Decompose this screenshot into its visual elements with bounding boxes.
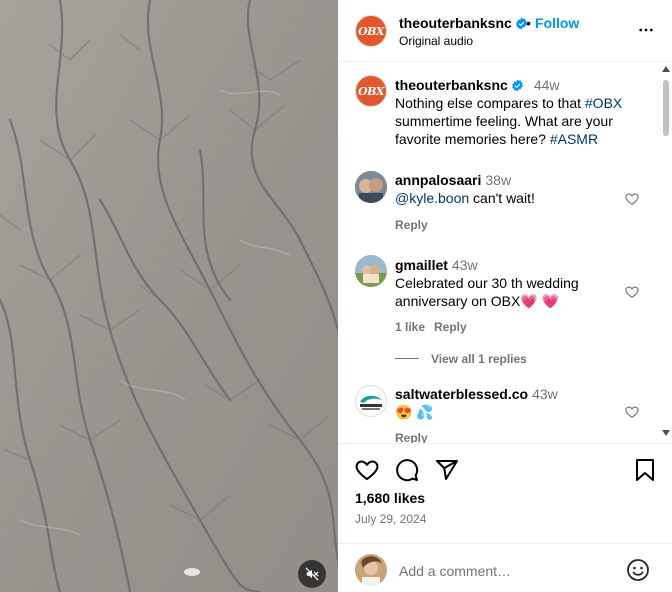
comment-text: gmaillet 43w Celebrated our 30 th wedding… [395, 257, 579, 309]
reply-button[interactable]: Reply [434, 320, 467, 334]
comments-scrollbar[interactable] [660, 64, 672, 442]
scroll-up-arrow[interactable] [662, 66, 670, 72]
caption-text: theouterbanksnc 44w Nothing else compares… [395, 77, 623, 147]
emoji-content: 😍 💦 [395, 404, 434, 420]
post-media-video[interactable] [0, 0, 338, 592]
likes-count[interactable]: 1,680 likes [355, 490, 425, 506]
reply-button[interactable]: Reply [395, 218, 428, 232]
likes-count-link[interactable]: 1 like [395, 320, 425, 334]
comment-icon[interactable] [395, 458, 419, 482]
sand-pattern-image [0, 0, 338, 592]
replies-divider [395, 358, 419, 359]
mute-toggle-button[interactable] [298, 560, 326, 588]
heart-icon[interactable] [355, 458, 379, 482]
comment-username[interactable]: gmaillet [395, 257, 448, 273]
share-icon[interactable] [435, 458, 459, 482]
scrollbar-thumb[interactable] [663, 80, 669, 136]
reply-button[interactable]: Reply [395, 431, 428, 443]
caption-avatar[interactable]: OBX [355, 75, 387, 107]
comment-text: saltwaterblessed.co 43w 😍 💦 [395, 386, 558, 420]
mention-link[interactable]: @kyle.boon [395, 190, 469, 206]
heart-icon[interactable] [625, 405, 639, 419]
comment-username[interactable]: annpalosaari [395, 172, 481, 188]
more-horizontal-icon[interactable] [638, 22, 654, 38]
speaker-muted-icon [305, 567, 319, 581]
post-header: OBX theouterbanksnc • Follow Original au… [338, 0, 672, 62]
post-actions: 1,680 likes July 29, 2024 [338, 443, 672, 543]
account-avatar[interactable]: OBX [355, 15, 387, 47]
user-avatar[interactable] [355, 554, 387, 586]
caption-username[interactable]: theouterbanksnc [395, 77, 508, 93]
commenter-avatar[interactable] [355, 255, 387, 287]
separator-dot: • [526, 15, 531, 31]
commenter-avatar[interactable] [355, 385, 387, 417]
verified-badge-icon [511, 79, 523, 92]
comments-list[interactable]: OBX theouterbanksnc 44w Nothing else comp… [338, 63, 672, 443]
heart-icon[interactable] [625, 192, 639, 206]
heart-icon[interactable] [625, 285, 639, 299]
comment-input[interactable]: Add a comment… [399, 563, 511, 579]
hashtag-link[interactable]: #ASMR [550, 131, 598, 147]
bookmark-icon[interactable] [634, 458, 656, 482]
follow-button[interactable]: Follow [535, 15, 579, 31]
comment-text: annpalosaari 38w @kyle.boon can't wait! [395, 172, 535, 206]
emoji-icon[interactable] [626, 558, 650, 582]
caption-time[interactable]: 44w [534, 77, 560, 93]
post-detail-panel: OBX theouterbanksnc • Follow Original au… [338, 0, 672, 592]
commenter-avatar[interactable] [355, 171, 387, 203]
comment-composer: Add a comment… [338, 543, 672, 592]
hashtag-link[interactable]: #OBX [585, 95, 622, 111]
audio-link[interactable]: Original audio [399, 34, 473, 48]
account-name-link[interactable]: theouterbanksnc [399, 15, 528, 31]
heart-emoji: 💗 💗 [520, 293, 560, 309]
post-date[interactable]: July 29, 2024 [355, 512, 426, 526]
scroll-down-arrow[interactable] [662, 430, 670, 436]
comment-username[interactable]: saltwaterblessed.co [395, 386, 528, 402]
view-replies-button[interactable]: View all 1 replies [395, 352, 527, 366]
